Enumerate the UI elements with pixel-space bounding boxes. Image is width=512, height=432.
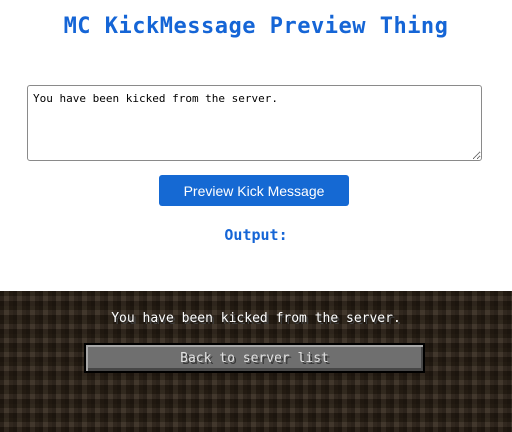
kick-message-input[interactable] <box>27 85 482 161</box>
output-heading: Output: <box>224 226 288 244</box>
kick-screen-preview: You have been kicked from the server. Ba… <box>0 291 512 432</box>
back-to-server-list-button[interactable]: Back to server list <box>84 343 425 373</box>
kick-message-text: You have been kicked from the server. <box>111 311 401 326</box>
page-title: MC KickMessage Preview Thing <box>63 14 449 39</box>
preview-kick-message-button[interactable]: Preview Kick Message <box>159 175 349 206</box>
page-root: MC KickMessage Preview Thing Preview Kic… <box>0 0 512 432</box>
